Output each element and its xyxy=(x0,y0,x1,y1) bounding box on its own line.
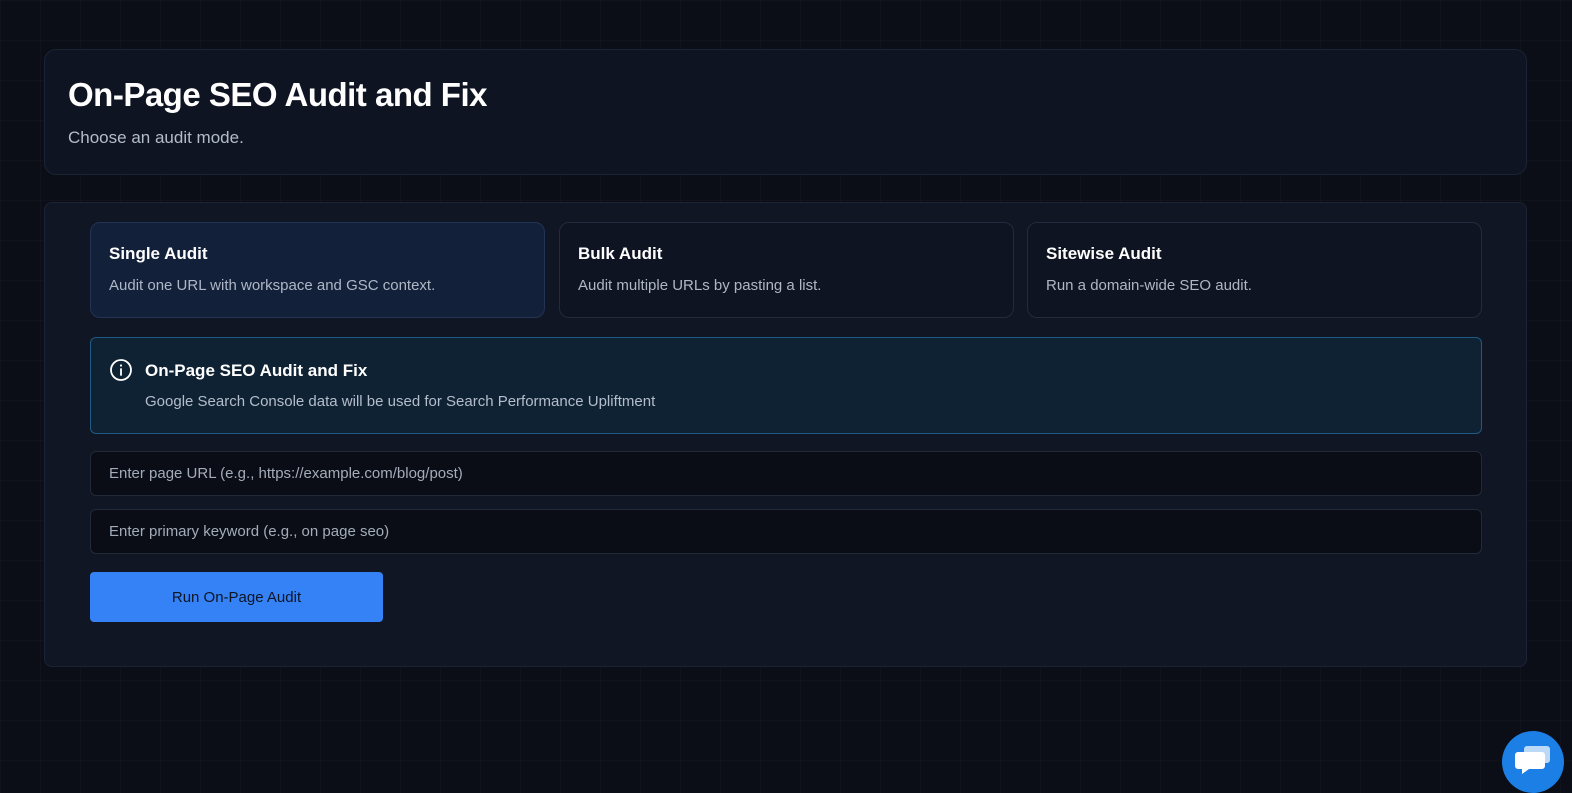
mode-card-single-audit[interactable]: Single Audit Audit one URL with workspac… xyxy=(90,222,545,318)
mode-card-description: Audit multiple URLs by pasting a list. xyxy=(578,277,822,294)
audit-panel: Single Audit Audit one URL with workspac… xyxy=(44,202,1527,667)
mode-card-title: Sitewise Audit xyxy=(1046,244,1162,263)
page-header: On-Page SEO Audit and Fix Choose an audi… xyxy=(44,49,1527,175)
info-alert-description: Google Search Console data will be used … xyxy=(145,393,656,410)
page-title: On-Page SEO Audit and Fix xyxy=(68,76,487,113)
mode-card-description: Audit one URL with workspace and GSC con… xyxy=(109,277,436,294)
info-icon xyxy=(110,359,132,381)
page-subtitle: Choose an audit mode. xyxy=(68,128,244,147)
info-alert-title: On-Page SEO Audit and Fix xyxy=(145,361,368,380)
mode-card-title: Single Audit xyxy=(109,244,208,263)
primary-keyword-input[interactable] xyxy=(90,509,1482,554)
run-audit-button[interactable]: Run On-Page Audit xyxy=(90,572,383,622)
mode-card-sitewise-audit[interactable]: Sitewise Audit Run a domain-wide SEO aud… xyxy=(1027,222,1482,318)
mode-card-title: Bulk Audit xyxy=(578,244,663,263)
info-alert: On-Page SEO Audit and Fix Google Search … xyxy=(90,337,1482,434)
mode-card-bulk-audit[interactable]: Bulk Audit Audit multiple URLs by pastin… xyxy=(559,222,1014,318)
mode-card-description: Run a domain-wide SEO audit. xyxy=(1046,277,1252,294)
chat-bubbles-icon xyxy=(1515,746,1550,774)
page-url-input[interactable] xyxy=(90,451,1482,496)
chat-widget-button[interactable] xyxy=(1502,731,1564,793)
